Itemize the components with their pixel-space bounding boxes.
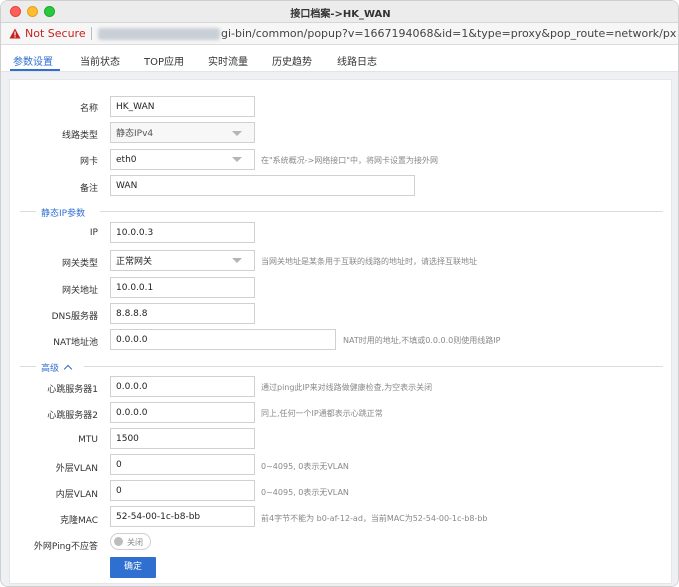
clone-mac-input[interactable] bbox=[110, 506, 255, 527]
name-input[interactable] bbox=[110, 96, 255, 117]
popup-window: 接口档案->HK_WAN Not Secure gi-bin/common/po… bbox=[0, 0, 679, 587]
remark-label: 备注 bbox=[79, 184, 98, 194]
nat-pool-input[interactable] bbox=[110, 329, 336, 350]
remark-input[interactable] bbox=[110, 175, 415, 196]
section-divider bbox=[20, 211, 36, 212]
gateway-address-input[interactable] bbox=[110, 277, 255, 298]
inner-vlan-label: 内层VLAN bbox=[55, 490, 98, 500]
ip-label: IP bbox=[89, 228, 98, 238]
warning-icon bbox=[9, 28, 21, 39]
nic-hint: 在"系统概况->网络接口"中，将网卡设置为接外网 bbox=[261, 156, 438, 165]
clone-mac-hint: 前4字节不能为 b0-af-12-ad，当前MAC为52-54-00-1c-b8… bbox=[261, 514, 488, 523]
outer-vlan-input[interactable] bbox=[110, 454, 255, 475]
advanced-section-title: 高级 bbox=[41, 364, 60, 374]
ip-input[interactable] bbox=[110, 222, 255, 243]
section-divider bbox=[20, 366, 36, 367]
title-bar: 接口档案->HK_WAN bbox=[1, 1, 678, 23]
section-divider bbox=[84, 366, 663, 367]
ping-no-reply-label: 外网Ping不应答 bbox=[33, 542, 98, 552]
tab-realtime-traffic[interactable]: 实时流量 bbox=[208, 53, 248, 68]
mtu-input[interactable] bbox=[110, 428, 255, 449]
heartbeat1-hint: 通过ping此IP来对线路做健康检查,为空表示关闭 bbox=[261, 383, 433, 392]
tab-line-log[interactable]: 线路日志 bbox=[337, 53, 377, 68]
chevron-down-icon bbox=[232, 258, 242, 263]
not-secure-label[interactable]: Not Secure bbox=[25, 27, 86, 40]
heartbeat1-label: 心跳服务器1 bbox=[47, 385, 98, 395]
tab-status[interactable]: 当前状态 bbox=[80, 53, 120, 68]
nat-pool-hint: NAT时用的地址,不填或0.0.0.0则使用线路IP bbox=[343, 336, 501, 345]
dns-label: DNS服务器 bbox=[51, 312, 98, 322]
gateway-type-label: 网关类型 bbox=[61, 259, 98, 269]
address-bar[interactable]: Not Secure gi-bin/common/popup?v=1667194… bbox=[1, 23, 678, 45]
mtu-label: MTU bbox=[78, 435, 98, 445]
heartbeat1-input[interactable] bbox=[110, 376, 255, 397]
chevron-down-icon bbox=[232, 131, 242, 136]
outer-vlan-hint: 0~4095, 0表示无VLAN bbox=[261, 462, 349, 471]
chevron-up-icon bbox=[63, 364, 73, 374]
heartbeat2-label: 心跳服务器2 bbox=[47, 411, 98, 421]
section-divider bbox=[100, 211, 663, 212]
line-type-label: 线路类型 bbox=[61, 131, 98, 141]
gateway-type-hint: 当网关地址是某条用于互联的线路的地址时，请选择互联地址 bbox=[261, 257, 477, 266]
tab-history-trend[interactable]: 历史趋势 bbox=[272, 53, 312, 68]
active-tab-indicator bbox=[10, 69, 60, 71]
chevron-down-icon bbox=[232, 157, 242, 162]
outer-vlan-label: 外层VLAN bbox=[55, 464, 98, 474]
tab-top-apps[interactable]: TOP应用 bbox=[144, 53, 184, 68]
nic-label: 网卡 bbox=[79, 157, 98, 167]
heartbeat2-input[interactable] bbox=[110, 402, 255, 423]
settings-form: 名称 线路类型 网卡 在"系统概况->网络接口"中，将网卡设置为接外网 备注 静… bbox=[9, 79, 672, 584]
tab-bar: 参数设置 当前状态 TOP应用 实时流量 历史趋势 线路日志 bbox=[1, 45, 678, 72]
name-label: 名称 bbox=[79, 104, 98, 114]
inner-vlan-hint: 0~4095, 0表示无VLAN bbox=[261, 488, 349, 497]
confirm-button[interactable]: 确定 bbox=[110, 557, 156, 578]
url-divider bbox=[91, 27, 92, 40]
url-text[interactable]: gi-bin/common/popup?v=1667194068&id=1&ty… bbox=[221, 27, 676, 40]
toggle-state-text: 关闭 bbox=[127, 538, 143, 547]
redacted-host bbox=[98, 28, 220, 40]
ping-no-reply-toggle[interactable]: 关闭 bbox=[110, 533, 151, 550]
dns-input[interactable] bbox=[110, 303, 255, 324]
gateway-address-label: 网关地址 bbox=[61, 286, 98, 296]
tab-params[interactable]: 参数设置 bbox=[13, 53, 53, 68]
heartbeat2-hint: 同上,任何一个IP通都表示心跳正常 bbox=[261, 409, 383, 418]
advanced-section-toggle[interactable]: 高级 bbox=[41, 361, 73, 374]
inner-vlan-input[interactable] bbox=[110, 480, 255, 501]
window-title: 接口档案->HK_WAN bbox=[290, 9, 391, 20]
clone-mac-label: 克隆MAC bbox=[59, 516, 98, 526]
static-ip-section-title: 静态IP参数 bbox=[41, 209, 86, 219]
nat-pool-label: NAT地址池 bbox=[53, 338, 98, 348]
toggle-knob bbox=[114, 537, 123, 546]
